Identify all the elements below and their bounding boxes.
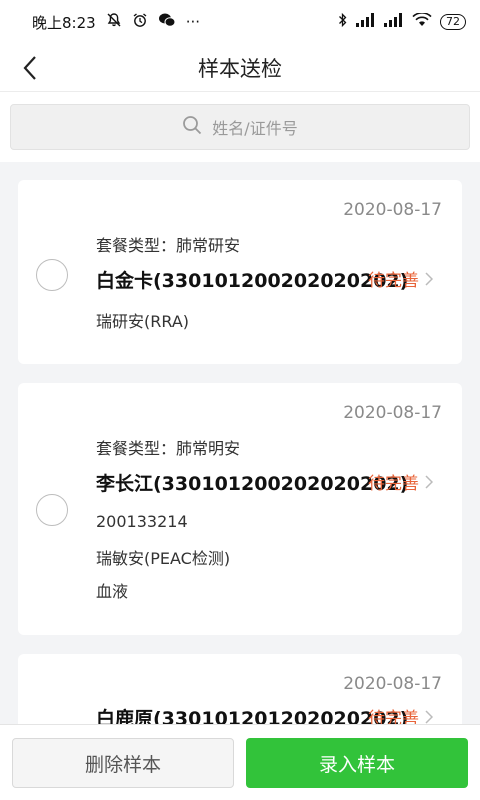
bluetooth-icon — [338, 12, 348, 32]
chevron-left-icon — [23, 56, 36, 80]
signal-icon-2 — [384, 13, 404, 31]
patient-name: 李长江(330101200202020202) — [96, 473, 409, 495]
select-radio[interactable] — [36, 259, 68, 291]
wechat-icon — [158, 12, 176, 32]
status-link[interactable]: 待完善 — [368, 266, 433, 291]
chevron-right-icon — [425, 271, 433, 286]
sample-card[interactable]: 2020-08-17 套餐类型：肺常研安 白金卡(330101200202020… — [18, 180, 462, 364]
status-right: 72 — [338, 12, 466, 32]
status-link[interactable]: 待完善 — [368, 704, 433, 724]
search-placeholder: 姓名/证件号 — [212, 119, 298, 138]
patient-name: 白金卡(330101200202020202) — [96, 270, 409, 292]
alarm-clock-icon — [132, 12, 148, 32]
chevron-right-icon — [425, 474, 433, 489]
delete-sample-button[interactable]: 删除样本 — [12, 738, 234, 788]
page-title: 样本送检 — [198, 56, 282, 81]
status-left: 晚上8:23 ··· — [32, 12, 200, 33]
status-link[interactable]: 待完善 — [368, 469, 433, 494]
sample-detail: 瑞敏安(PEAC检测) — [96, 549, 231, 568]
nav-bar: 样本送检 — [0, 44, 480, 92]
bottom-action-bar: 删除样本 录入样本 — [0, 724, 480, 800]
search-section: 姓名/证件号 — [0, 92, 480, 162]
package-type: 套餐类型：肺常明安 — [96, 439, 241, 458]
sample-detail: 200133214 — [96, 512, 188, 531]
add-sample-button[interactable]: 录入样本 — [246, 738, 468, 788]
sample-detail: 瑞研安(RRA) — [96, 312, 190, 331]
chevron-right-icon — [425, 709, 433, 724]
search-icon — [182, 115, 202, 139]
sample-date: 2020-08-17 — [343, 200, 442, 220]
wifi-icon — [412, 12, 432, 31]
search-input[interactable]: 姓名/证件号 — [10, 104, 470, 150]
status-text: 待完善 — [368, 271, 419, 291]
sample-date: 2020-08-17 — [343, 403, 442, 423]
sample-card[interactable]: 2020-08-17 套餐类型：肺常明安 李长江(330101200202020… — [18, 383, 462, 635]
sample-card[interactable]: 2020-08-17 白鹿原(330101201202020202) 待完善 — [18, 654, 462, 724]
battery-indicator: 72 — [440, 14, 466, 30]
sample-date: 2020-08-17 — [343, 674, 442, 694]
more-notifications: ··· — [185, 13, 200, 31]
sample-detail: 血液 — [96, 582, 129, 601]
patient-name: 白鹿原(330101201202020202) — [96, 708, 409, 724]
sample-list: 2020-08-17 套餐类型：肺常研安 白金卡(330101200202020… — [0, 162, 480, 724]
status-text: 待完善 — [368, 709, 419, 724]
status-bar: 晚上8:23 ··· 72 — [0, 0, 480, 44]
status-text: 待完善 — [368, 474, 419, 494]
back-button[interactable] — [16, 52, 44, 84]
mute-icon — [106, 12, 122, 32]
package-type: 套餐类型：肺常研安 — [96, 236, 241, 255]
status-time: 晚上8:23 — [32, 13, 96, 32]
signal-icon — [356, 13, 376, 31]
select-radio[interactable] — [36, 494, 68, 526]
